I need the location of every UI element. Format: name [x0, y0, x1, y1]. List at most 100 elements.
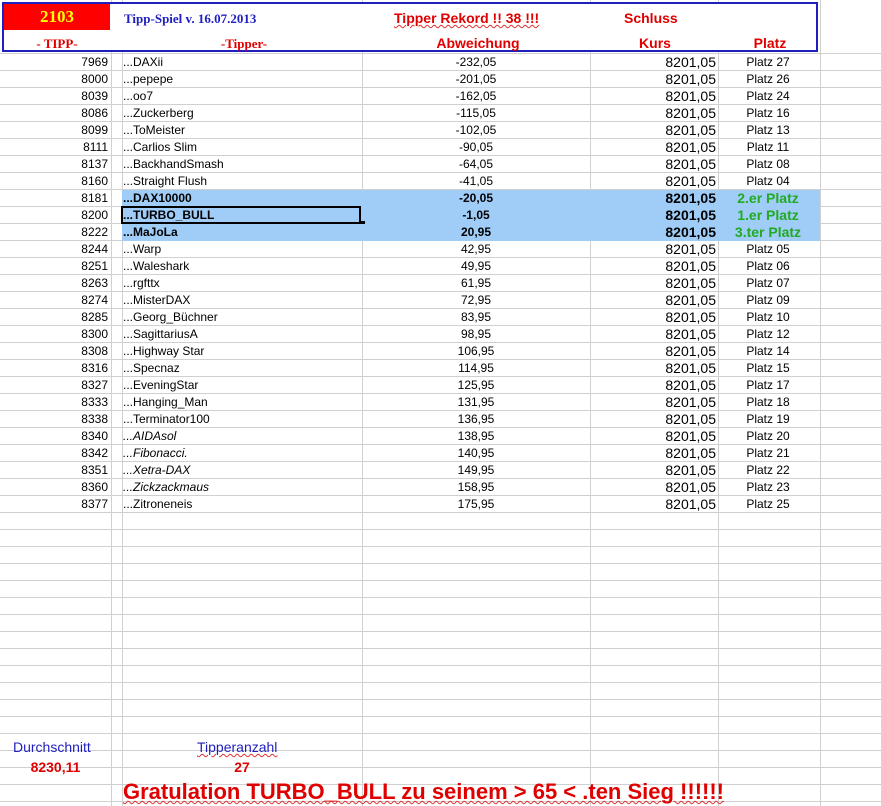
cell-tipper[interactable]: ...Warp: [123, 241, 361, 258]
cell-platz[interactable]: Platz 23: [718, 479, 818, 496]
cell-abweichung[interactable]: 98,95: [362, 326, 590, 343]
cell-tipper[interactable]: ...Fibonacci.: [123, 445, 361, 462]
cell-platz[interactable]: Platz 22: [718, 462, 818, 479]
cell-kurs[interactable]: 8201,05: [590, 190, 716, 207]
cell-tipper[interactable]: ...Specnaz: [123, 360, 361, 377]
cell-abweichung[interactable]: 125,95: [362, 377, 590, 394]
cell-abweichung[interactable]: -20,05: [362, 190, 590, 207]
cell-tipp[interactable]: 8377: [0, 496, 108, 513]
cell-abweichung[interactable]: 83,95: [362, 309, 590, 326]
cell-tipper[interactable]: ...Highway Star: [123, 343, 361, 360]
cell-tipp[interactable]: 8200: [0, 207, 108, 224]
cell-platz[interactable]: 3.ter Platz: [718, 224, 818, 241]
cell-tipp[interactable]: 8251: [0, 258, 108, 275]
cell-tipp[interactable]: 8181: [0, 190, 108, 207]
cell-tipper[interactable]: ...Hanging_Man: [123, 394, 361, 411]
cell-abweichung[interactable]: -1,05: [362, 207, 590, 224]
cell-tipp[interactable]: 8111: [0, 139, 108, 156]
cell-kurs[interactable]: 8201,05: [590, 479, 716, 496]
cell-kurs[interactable]: 8201,05: [590, 224, 716, 241]
cell-tipp[interactable]: 8086: [0, 105, 108, 122]
cell-kurs[interactable]: 8201,05: [590, 122, 716, 139]
cell-kurs[interactable]: 8201,05: [590, 428, 716, 445]
cell-abweichung[interactable]: 149,95: [362, 462, 590, 479]
cell-tipp[interactable]: 8333: [0, 394, 108, 411]
cell-tipper[interactable]: ...ToMeister: [123, 122, 361, 139]
cell-tipp[interactable]: 8327: [0, 377, 108, 394]
cell-kurs[interactable]: 8201,05: [590, 156, 716, 173]
cell-platz[interactable]: Platz 21: [718, 445, 818, 462]
tipperanzahl-value[interactable]: 27: [197, 759, 287, 776]
cell-tipp[interactable]: 8137: [0, 156, 108, 173]
cell-abweichung[interactable]: 72,95: [362, 292, 590, 309]
cell-tipper[interactable]: ...oo7: [123, 88, 361, 105]
cell-tipp[interactable]: 8308: [0, 343, 108, 360]
cell-tipp[interactable]: 8285: [0, 309, 108, 326]
cell-platz[interactable]: Platz 07: [718, 275, 818, 292]
cell-platz[interactable]: Platz 25: [718, 496, 818, 513]
cell-tipp[interactable]: 8000: [0, 71, 108, 88]
cell-kurs[interactable]: 8201,05: [590, 173, 716, 190]
active-cell-selection[interactable]: [121, 206, 361, 224]
cell-platz[interactable]: Platz 17: [718, 377, 818, 394]
cell-kurs[interactable]: 8201,05: [590, 71, 716, 88]
cell-tipper[interactable]: ...Zuckerberg: [123, 105, 361, 122]
cell-platz[interactable]: Platz 13: [718, 122, 818, 139]
cell-platz[interactable]: Platz 18: [718, 394, 818, 411]
cell-tipp[interactable]: 8222: [0, 224, 108, 241]
cell-abweichung[interactable]: -232,05: [362, 54, 590, 71]
cell-platz[interactable]: Platz 06: [718, 258, 818, 275]
cell-tipp[interactable]: 8274: [0, 292, 108, 309]
cell-abweichung[interactable]: 114,95: [362, 360, 590, 377]
cell-tipp[interactable]: 7969: [0, 54, 108, 71]
cell-kurs[interactable]: 8201,05: [590, 88, 716, 105]
cell-tipper[interactable]: ...Terminator100: [123, 411, 361, 428]
cell-kurs[interactable]: 8201,05: [590, 360, 716, 377]
cell-platz[interactable]: Platz 20: [718, 428, 818, 445]
cell-abweichung[interactable]: 49,95: [362, 258, 590, 275]
cell-kurs[interactable]: 8201,05: [590, 462, 716, 479]
cell-tipp[interactable]: 8039: [0, 88, 108, 105]
cell-kurs[interactable]: 8201,05: [590, 139, 716, 156]
cell-kurs[interactable]: 8201,05: [590, 496, 716, 513]
cell-kurs[interactable]: 8201,05: [590, 207, 716, 224]
cell-kurs[interactable]: 8201,05: [590, 326, 716, 343]
cell-tipp[interactable]: 8244: [0, 241, 108, 258]
cell-tipper[interactable]: ...SagittariusA: [123, 326, 361, 343]
cell-abweichung[interactable]: -41,05: [362, 173, 590, 190]
cell-kurs[interactable]: 8201,05: [590, 394, 716, 411]
cell-abweichung[interactable]: -90,05: [362, 139, 590, 156]
cell-tipper[interactable]: ...MaJoLa: [123, 224, 361, 241]
cell-kurs[interactable]: 8201,05: [590, 275, 716, 292]
cell-tipper[interactable]: ...Zitroneneis: [123, 496, 361, 513]
cell-platz[interactable]: Platz 11: [718, 139, 818, 156]
cell-abweichung[interactable]: -201,05: [362, 71, 590, 88]
cell-tipp[interactable]: 8351: [0, 462, 108, 479]
cell-kurs[interactable]: 8201,05: [590, 377, 716, 394]
cell-kurs[interactable]: 8201,05: [590, 445, 716, 462]
cell-tipp[interactable]: 8340: [0, 428, 108, 445]
cell-kurs[interactable]: 8201,05: [590, 258, 716, 275]
cell-tipper[interactable]: ...Straight Flush: [123, 173, 361, 190]
cell-tipp[interactable]: 8160: [0, 173, 108, 190]
cell-abweichung[interactable]: 175,95: [362, 496, 590, 513]
cell-platz[interactable]: Platz 19: [718, 411, 818, 428]
cell-abweichung[interactable]: 131,95: [362, 394, 590, 411]
cell-platz[interactable]: Platz 24: [718, 88, 818, 105]
cell-tipp[interactable]: 8099: [0, 122, 108, 139]
cell-tipper[interactable]: ...Waleshark: [123, 258, 361, 275]
cell-abweichung[interactable]: 158,95: [362, 479, 590, 496]
cell-platz[interactable]: Platz 08: [718, 156, 818, 173]
cell-platz[interactable]: Platz 09: [718, 292, 818, 309]
cell-tipper[interactable]: ...Carlios Slim: [123, 139, 361, 156]
cell-kurs[interactable]: 8201,05: [590, 105, 716, 122]
cell-abweichung[interactable]: 42,95: [362, 241, 590, 258]
cell-abweichung[interactable]: 136,95: [362, 411, 590, 428]
cell-abweichung[interactable]: -162,05: [362, 88, 590, 105]
cell-abweichung[interactable]: 106,95: [362, 343, 590, 360]
cell-abweichung[interactable]: -64,05: [362, 156, 590, 173]
cell-kurs[interactable]: 8201,05: [590, 411, 716, 428]
cell-tipper[interactable]: ...EveningStar: [123, 377, 361, 394]
cell-tipper[interactable]: ...Georg_Büchner: [123, 309, 361, 326]
cell-platz[interactable]: Platz 12: [718, 326, 818, 343]
